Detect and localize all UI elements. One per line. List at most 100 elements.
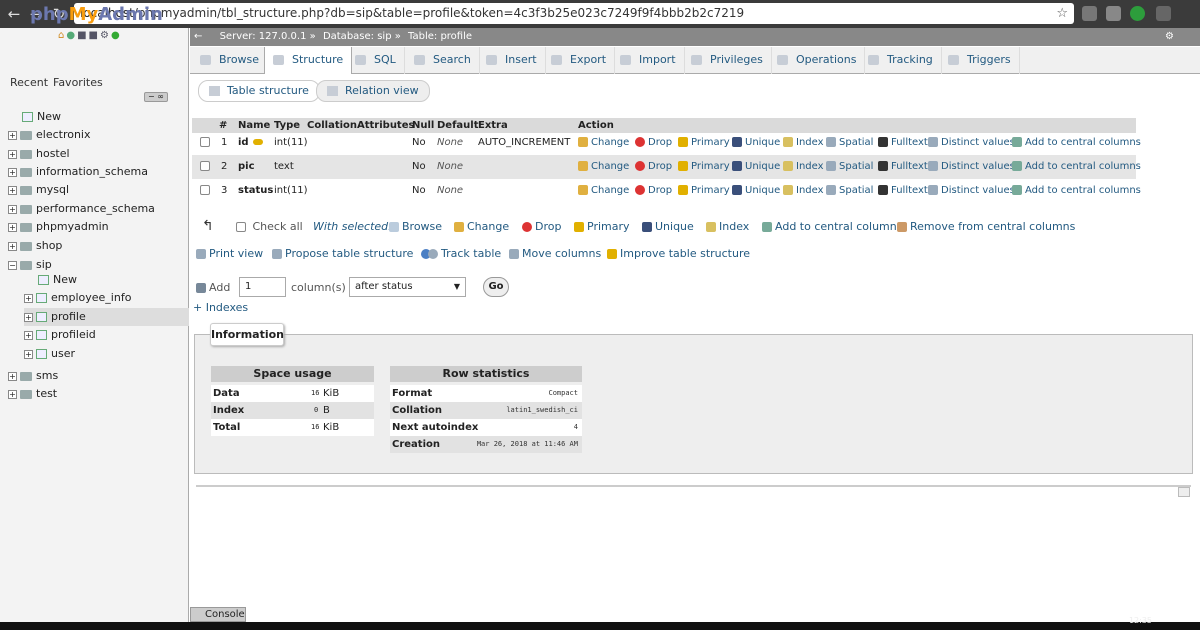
checkbox[interactable] xyxy=(200,137,210,147)
primary-action[interactable]: Primary xyxy=(678,179,730,203)
improve-structure-link[interactable]: Improve table structure xyxy=(607,247,750,260)
settings-icon[interactable]: ⚙ xyxy=(100,30,111,41)
expand-icon[interactable]: + xyxy=(8,389,17,399)
sidebar-item-test[interactable]: + test xyxy=(8,385,197,403)
index-action[interactable]: Index xyxy=(783,131,824,155)
print-view-link[interactable]: Print view xyxy=(196,247,263,260)
menu-icon[interactable] xyxy=(1156,6,1171,21)
sql-docs-icon[interactable]: ■ xyxy=(89,30,100,41)
move-columns-link[interactable]: Move columns xyxy=(509,247,601,260)
drop-action[interactable]: Drop xyxy=(635,179,672,203)
grammarly-icon[interactable] xyxy=(1130,6,1145,21)
subtab-relation-view[interactable]: Relation view xyxy=(316,80,430,102)
bookmark-star-icon[interactable]: ☆ xyxy=(1056,3,1068,24)
checkbox[interactable] xyxy=(200,161,210,171)
bulk-unique-button[interactable]: Unique xyxy=(642,220,694,233)
bulk-primary-button[interactable]: Primary xyxy=(574,220,630,233)
change-action[interactable]: Change xyxy=(578,131,629,155)
sidebar-item-performance-schema[interactable]: + performance_schema xyxy=(8,200,197,218)
check-all-label[interactable]: Check all xyxy=(253,220,303,233)
sidebar-item-information-schema[interactable]: + information_schema xyxy=(8,163,197,181)
check-all[interactable]: Check all xyxy=(236,220,303,233)
index-action[interactable]: Index xyxy=(783,179,824,203)
reload-nav-icon[interactable]: ● xyxy=(111,30,122,41)
back-icon[interactable]: ← xyxy=(4,4,24,24)
check-all-checkbox[interactable] xyxy=(236,222,246,232)
docs-icon[interactable]: ■ xyxy=(77,30,88,41)
sidebar-item-shop[interactable]: + shop xyxy=(8,237,197,255)
expand-icon[interactable]: + xyxy=(24,293,33,303)
unique-action[interactable]: Unique xyxy=(732,131,780,155)
central-action[interactable]: Add to central columns xyxy=(1012,131,1141,155)
go-button[interactable]: Go xyxy=(483,277,509,297)
expand-icon[interactable]: + xyxy=(8,149,17,159)
tab-browse[interactable]: Browse xyxy=(192,47,269,74)
bulk-drop-button[interactable]: Drop xyxy=(522,220,561,233)
sidebar-item-profile[interactable]: + profile xyxy=(24,308,189,326)
sidebar-item-user[interactable]: + user xyxy=(24,345,189,363)
row-checkbox[interactable] xyxy=(200,131,210,155)
expand-icon[interactable]: + xyxy=(8,222,17,232)
logout-icon[interactable]: ● xyxy=(66,30,77,41)
breadcrumb-server[interactable]: Server: 127.0.0.1 » xyxy=(220,31,316,42)
spatial-action[interactable]: Spatial xyxy=(826,179,873,203)
tab-tracking[interactable]: Tracking xyxy=(860,47,942,74)
expand-icon[interactable]: + xyxy=(8,241,17,251)
tab-sql[interactable]: SQL xyxy=(347,47,405,74)
distinct-action[interactable]: Distinct values xyxy=(928,131,1015,155)
tab-triggers[interactable]: Triggers xyxy=(940,47,1020,74)
unique-action[interactable]: Unique xyxy=(732,155,780,179)
bulk-browse-button[interactable]: Browse xyxy=(389,220,442,233)
bulk-change-button[interactable]: Change xyxy=(454,220,509,233)
expand-icon[interactable]: + xyxy=(8,130,17,140)
checkbox[interactable] xyxy=(200,185,210,195)
fulltext-action[interactable]: Fulltext xyxy=(878,179,928,203)
extension-icon[interactable] xyxy=(1082,6,1097,21)
bulk-add-central-button[interactable]: Add to central columns xyxy=(762,220,902,233)
column-count-input[interactable]: 1 xyxy=(239,277,286,297)
sidebar-item-employee-info[interactable]: + employee_info xyxy=(24,289,189,307)
drop-action[interactable]: Drop xyxy=(635,155,672,179)
tab-privileges[interactable]: Privileges xyxy=(683,47,772,74)
expand-icon[interactable]: + xyxy=(8,204,17,214)
gear-icon[interactable]: ⚙ xyxy=(1165,28,1174,46)
sidebar-item-profileid[interactable]: + profileid xyxy=(24,326,189,344)
expand-icon[interactable]: + xyxy=(8,167,17,177)
tab-import[interactable]: Import xyxy=(612,47,685,74)
console-toggle[interactable]: Console xyxy=(190,607,246,622)
sidebar-item-hostel[interactable]: + hostel xyxy=(8,145,197,163)
expand-icon[interactable]: + xyxy=(24,330,33,340)
row-checkbox[interactable] xyxy=(200,155,210,179)
column-position-select[interactable]: after status ▼ xyxy=(349,277,466,297)
indexes-toggle[interactable]: + Indexes xyxy=(193,301,248,314)
change-action[interactable]: Change xyxy=(578,179,629,203)
expand-icon[interactable]: + xyxy=(24,312,33,322)
distinct-action[interactable]: Distinct values xyxy=(928,155,1015,179)
primary-action[interactable]: Primary xyxy=(678,155,730,179)
central-action[interactable]: Add to central columns xyxy=(1012,155,1141,179)
bulk-index-button[interactable]: Index xyxy=(706,220,749,233)
propose-structure-link[interactable]: Propose table structure xyxy=(272,247,434,260)
distinct-action[interactable]: Distinct values xyxy=(928,179,1015,203)
unique-action[interactable]: Unique xyxy=(732,179,780,203)
sidebar-item-electronix[interactable]: + electronix xyxy=(8,126,197,144)
collapse-all-icon[interactable]: − ∞ xyxy=(144,92,168,102)
central-action[interactable]: Add to central columns xyxy=(1012,179,1141,203)
sidebar-item-new[interactable]: New xyxy=(22,108,211,126)
sidebar-item-phpmyadmin[interactable]: + phpmyadmin xyxy=(8,218,197,236)
index-action[interactable]: Index xyxy=(783,155,824,179)
drop-action[interactable]: Drop xyxy=(635,131,672,155)
page-settings-icon[interactable] xyxy=(1178,487,1190,497)
bulk-remove-central-button[interactable]: Remove from central columns xyxy=(897,220,1075,233)
change-action[interactable]: Change xyxy=(578,155,629,179)
address-bar[interactable]: localhost/phpmyadmin/tbl_structure.php?d… xyxy=(74,3,1074,24)
breadcrumb-database[interactable]: Database: sip » xyxy=(323,31,401,42)
phpmyadmin-logo[interactable]: phpMyAdmin xyxy=(30,4,163,25)
tab-favorites[interactable]: Favorites xyxy=(53,76,103,89)
extension-icon[interactable] xyxy=(1106,6,1121,21)
back-arrow-icon[interactable]: ← xyxy=(194,31,202,42)
tab-recent[interactable]: Recent xyxy=(10,76,48,89)
collapse-icon[interactable]: − xyxy=(8,260,17,270)
fulltext-action[interactable]: Fulltext xyxy=(878,155,928,179)
tab-operations[interactable]: Operations xyxy=(769,47,866,74)
